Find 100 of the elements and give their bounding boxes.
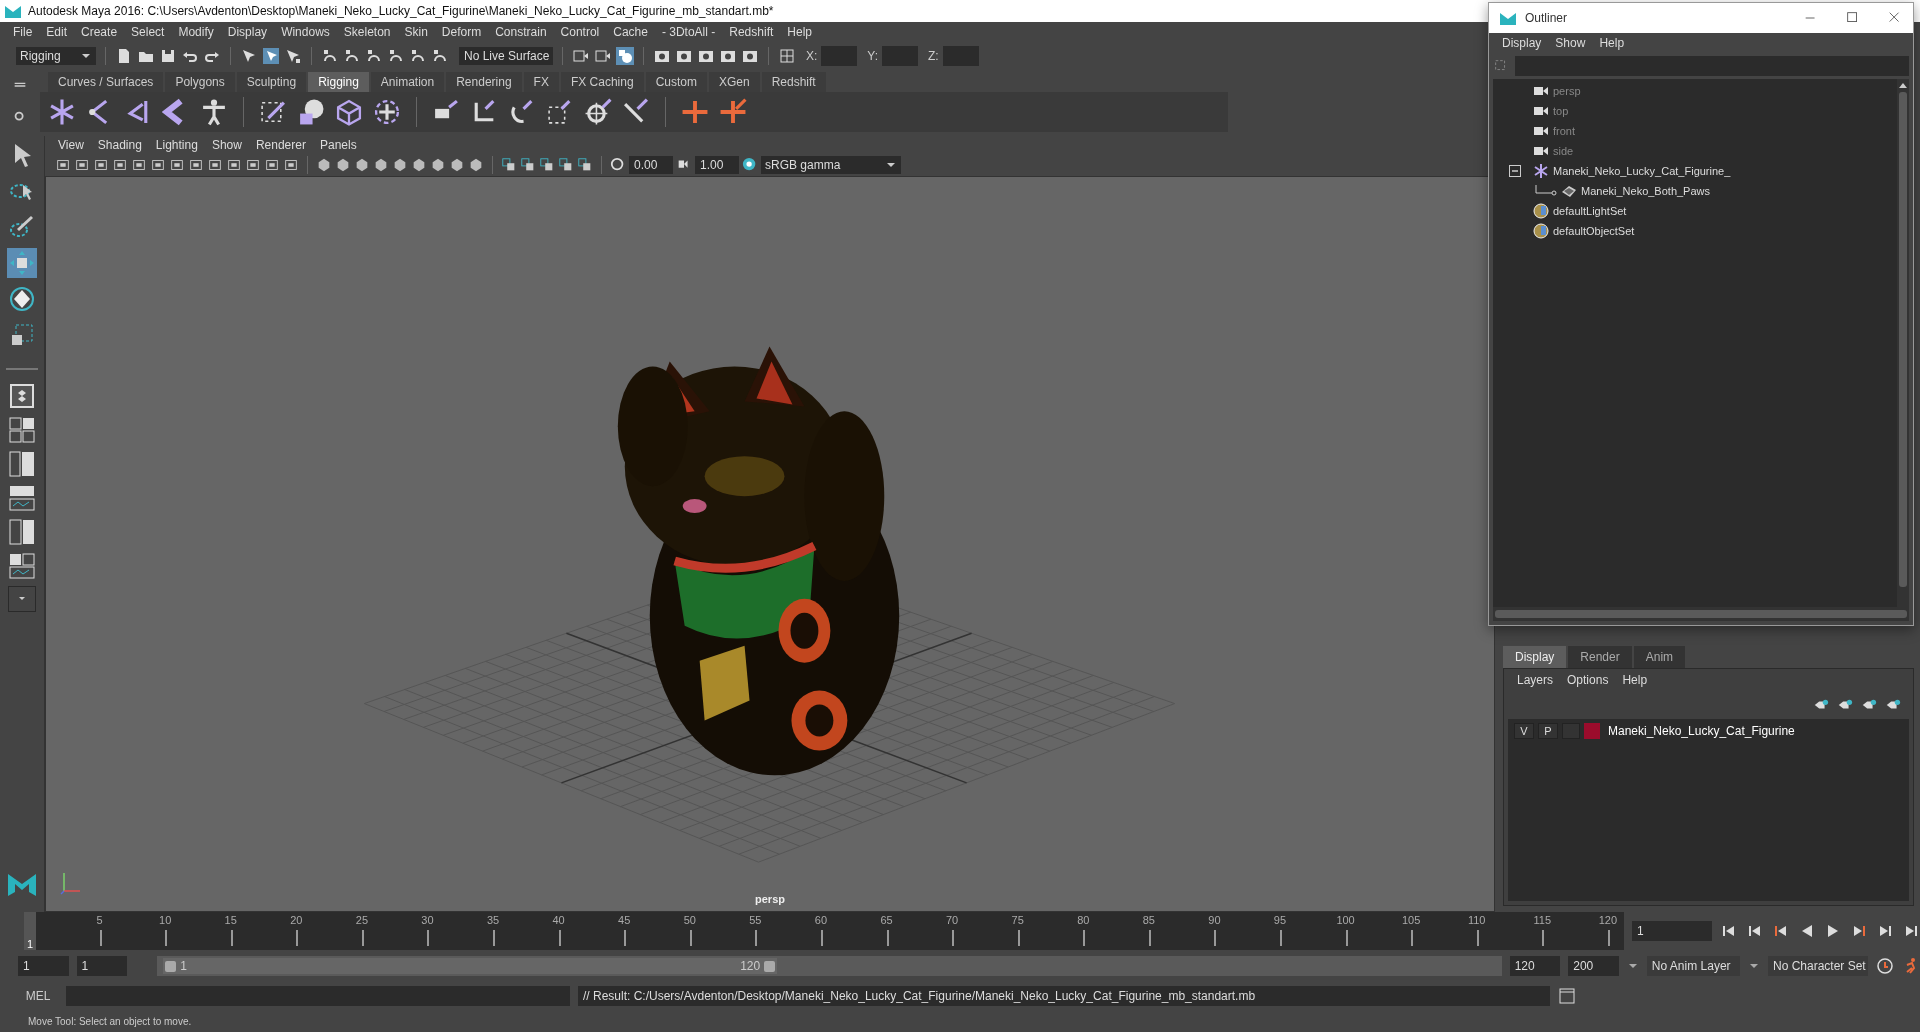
shelf-tab[interactable]: Redshift [761, 72, 826, 92]
menu-item[interactable]: Select [124, 25, 172, 39]
menu-item[interactable]: Skin [397, 25, 435, 39]
construction-history-icon[interactable] [616, 47, 634, 65]
menu-item[interactable]: Display [220, 25, 275, 39]
persp-graph-layout-icon[interactable] [8, 484, 36, 512]
lattice-icon[interactable] [335, 98, 363, 126]
menu-item[interactable]: Create [74, 25, 125, 39]
menu-item[interactable]: Modify [171, 25, 221, 39]
panel-menu-item[interactable]: Renderer [248, 138, 313, 152]
search-field[interactable] [1515, 56, 1909, 76]
menu-item[interactable]: Cache [606, 25, 655, 39]
outliner-menu-item[interactable]: Show [1548, 36, 1593, 50]
playback-end-field[interactable]: 120 [1509, 956, 1561, 976]
joint-link-icon[interactable] [719, 98, 747, 126]
collapse-icon[interactable] [1509, 165, 1521, 177]
anim-layer-dropdown[interactable]: No Anim Layer [1646, 956, 1740, 976]
command-input-field[interactable] [66, 986, 570, 1006]
playback-range-bar[interactable]: 1 120 [163, 958, 778, 974]
visibility-toggle[interactable]: V [1514, 723, 1534, 739]
menu-item[interactable]: - 3DtoAll - [654, 25, 723, 39]
panel-menu-item[interactable]: Show [204, 138, 249, 152]
timeline-track[interactable]: 1 5 10 15 20 25 30 35 40 45 50 55 60 65 70 75 80 85 90 95 100 105 110 115 120 [24, 912, 1624, 950]
character-set-dropdown[interactable]: No Character Set [1768, 956, 1868, 976]
outliner-menu-item[interactable]: Help [1592, 36, 1632, 50]
playback-options-icon[interactable] [1876, 957, 1894, 975]
shelf-tab[interactable]: Rendering [446, 72, 522, 92]
skeleton-figure-icon[interactable] [200, 98, 228, 126]
outliner-item[interactable]: Maneki_Neko_Lucky_Cat_Figurine_ [1553, 165, 1731, 177]
persp-outliner-graph-layout-icon[interactable] [8, 552, 36, 580]
menu-item[interactable]: Constrain [488, 25, 554, 39]
outliner-persp-layout-icon[interactable] [8, 450, 36, 478]
save-icon[interactable] [159, 47, 177, 65]
single-pane-layout-icon[interactable] [8, 382, 36, 410]
layer-editor-tab[interactable]: Anim [1633, 646, 1686, 668]
layer-editor-tab[interactable]: Render [1568, 646, 1632, 668]
outliner-item[interactable]: Maneki_Neko_Both_Paws [1581, 185, 1711, 197]
shelf-tab[interactable]: Rigging [308, 72, 369, 92]
scroll-up-arrow-icon[interactable] [1899, 82, 1907, 88]
aim-constraint-icon[interactable] [584, 98, 612, 126]
exposure-icon[interactable] [610, 157, 626, 173]
menu-item[interactable]: File [6, 25, 40, 39]
panel-menu-item[interactable]: View [51, 138, 91, 152]
shelf-tab[interactable]: Custom [645, 72, 707, 92]
outliner-menu-item[interactable]: Display [1495, 36, 1549, 50]
cluster-icon[interactable] [373, 98, 401, 126]
panel-menu-item[interactable]: Shading [90, 138, 149, 152]
layer-menu-item[interactable]: Layers [1510, 673, 1561, 687]
live-surface-field[interactable]: No Live Surface [459, 47, 553, 65]
move-tool-icon[interactable] [7, 248, 37, 278]
rotate-tool-icon[interactable] [7, 284, 37, 314]
gamma-field[interactable]: 1.00 [695, 156, 739, 174]
start-frame-field[interactable]: 1 [18, 956, 69, 976]
shelf-tab[interactable]: Sculpting [236, 72, 307, 92]
menu-item[interactable]: Deform [434, 25, 489, 39]
shelf-tab[interactable]: Curves / Surfaces [48, 72, 164, 92]
layer-editor-tab[interactable]: Display [1503, 646, 1567, 668]
playback-start-field[interactable]: 1 [76, 956, 128, 976]
script-editor-icon[interactable] [1558, 987, 1576, 1005]
menu-item[interactable]: Skeleton [336, 25, 398, 39]
outliner-item[interactable]: defaultObjectSet [1553, 225, 1635, 237]
layer-menu-item[interactable]: Help [1615, 673, 1655, 687]
shelf-tab[interactable]: XGen [708, 72, 760, 92]
menu-set-dropdown[interactable]: Rigging [16, 47, 96, 65]
menu-item[interactable]: Windows [274, 25, 337, 39]
four-pane-layout-icon[interactable] [8, 416, 36, 444]
end-frame-field[interactable]: 200 [1568, 956, 1619, 976]
joint-icon[interactable] [48, 98, 76, 126]
vertical-scrollbar[interactable] [1897, 79, 1909, 607]
select-object-icon[interactable] [262, 47, 280, 65]
outliner-item[interactable]: side [1553, 145, 1574, 157]
menu-item[interactable]: Help [780, 25, 819, 39]
hypershade-layout-icon[interactable] [8, 518, 36, 546]
menu-item[interactable]: Control [553, 25, 607, 39]
joint-axis-icon[interactable] [681, 98, 709, 126]
outliner-item[interactable]: defaultLightSet [1553, 205, 1627, 217]
select-component-icon[interactable] [284, 47, 302, 65]
horizontal-scrollbar[interactable] [1493, 607, 1909, 621]
exposure-field[interactable]: 0.00 [629, 156, 673, 174]
layer-menu-item[interactable]: Options [1560, 673, 1616, 687]
outliner-item[interactable]: top [1553, 105, 1569, 117]
shelf-tab[interactable]: FX Caching [560, 72, 644, 92]
current-frame-field[interactable]: 1 [1632, 921, 1712, 941]
shelf-tab[interactable]: FX [523, 72, 559, 92]
outliner-item[interactable]: front [1553, 125, 1575, 137]
menu-item[interactable]: Edit [39, 25, 75, 39]
menu-item[interactable]: Redshift [722, 25, 781, 39]
coordinate-field[interactable] [821, 46, 858, 66]
coordinate-field[interactable] [942, 46, 979, 66]
command-language-label[interactable]: MEL [18, 989, 58, 1003]
outliner-item[interactable]: persp [1553, 85, 1581, 97]
panel-menu-item[interactable]: Lighting [148, 138, 205, 152]
coordinate-field[interactable] [882, 46, 919, 66]
smooth-bind-icon[interactable] [297, 98, 325, 126]
shelf-tab[interactable]: Polygons [165, 72, 235, 92]
playback-toggle[interactable]: P [1538, 723, 1558, 739]
layer-name[interactable]: Maneki_Neko_Lucky_Cat_Figurine [1608, 724, 1795, 738]
color-space-dropdown[interactable]: sRGB gamma [761, 156, 901, 174]
layer-color-swatch[interactable] [1584, 723, 1600, 739]
transform-mode-icon[interactable] [778, 47, 796, 65]
